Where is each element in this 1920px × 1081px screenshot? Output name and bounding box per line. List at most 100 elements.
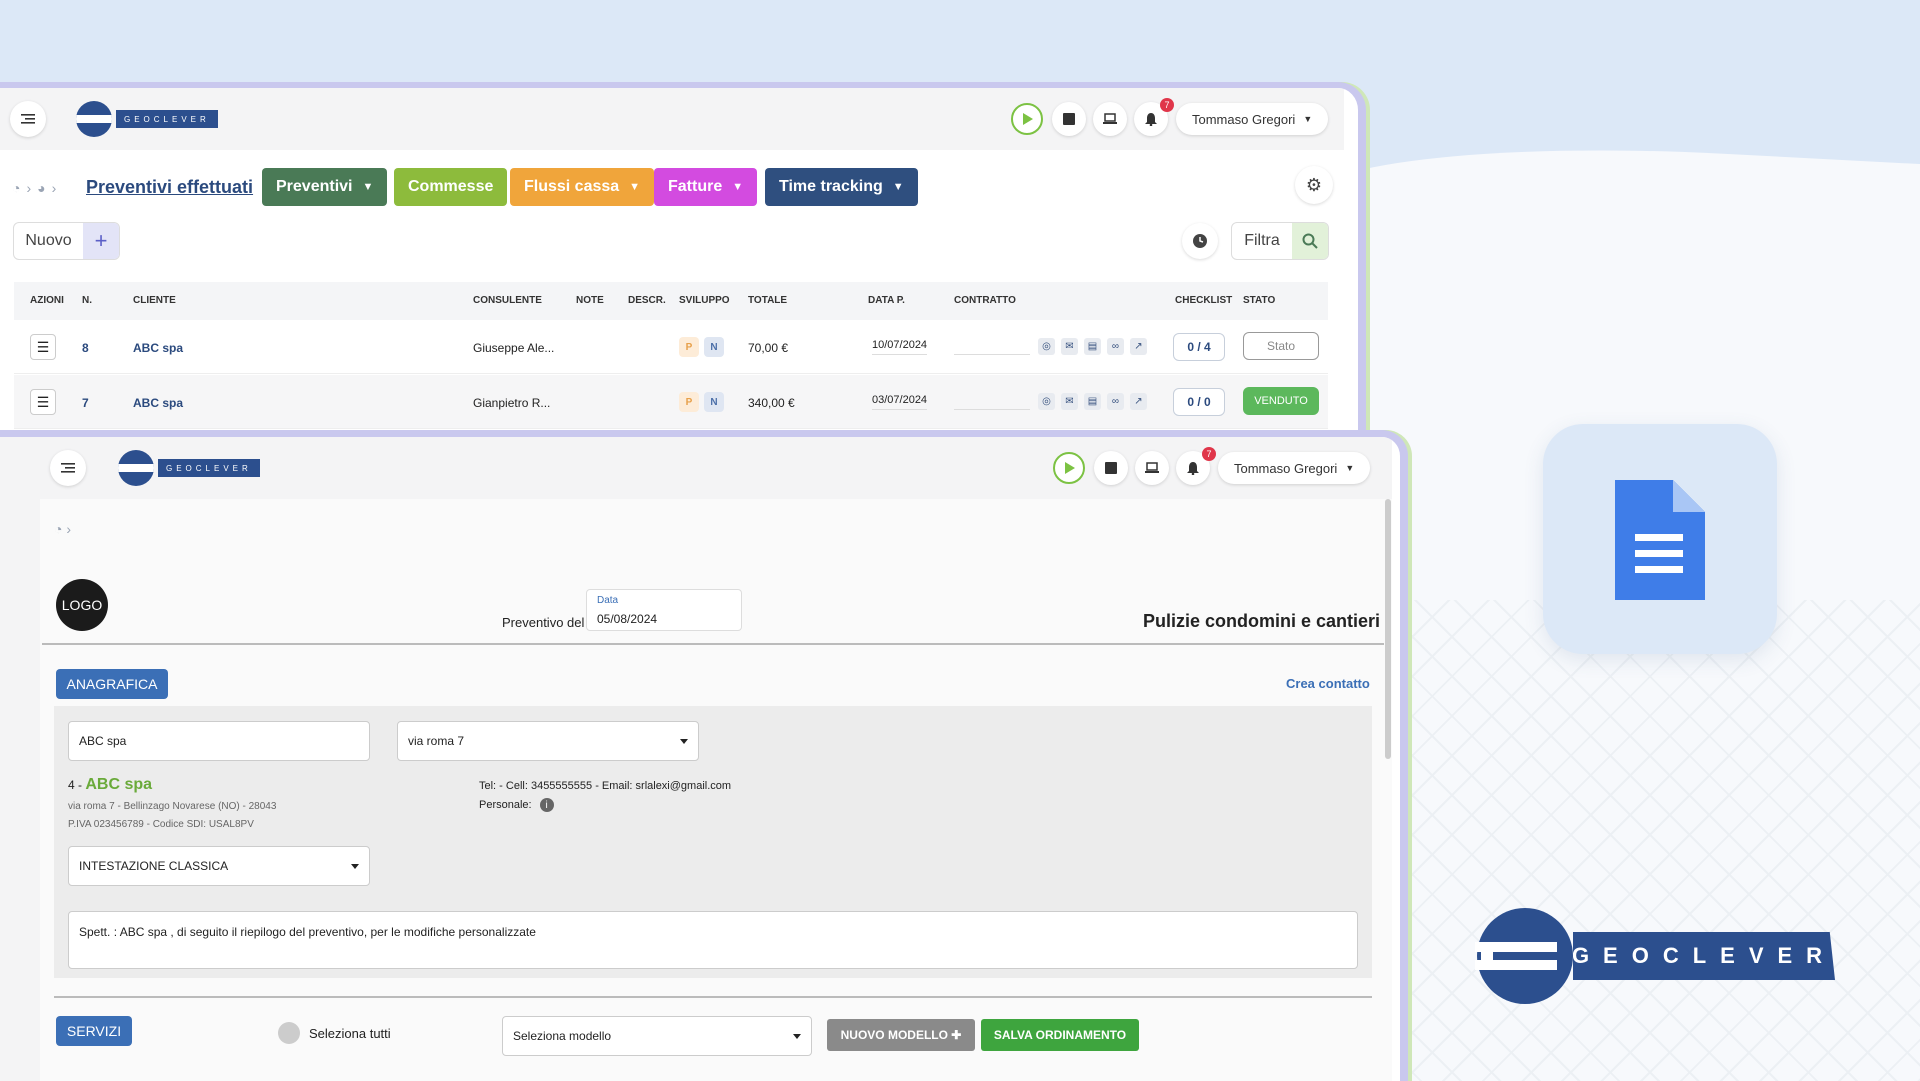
new-button[interactable]: Nuovo + [13,222,120,260]
email-icon[interactable]: ✉ [1061,338,1078,355]
notes-button[interactable] [1052,102,1086,136]
notes-button[interactable] [1094,451,1128,485]
play-icon [1065,462,1075,474]
plus-icon: + [83,223,119,259]
chevron-right-icon: › [66,521,72,537]
brand-logo-large: GEOCLEVER [1475,906,1835,1006]
screen-button[interactable] [1093,102,1127,136]
breadcrumb: ◔ › ◕ › [12,180,56,196]
indirizzo-select[interactable]: via roma 7 [397,721,699,761]
checklist-pill[interactable]: 0 / 0 [1173,388,1225,416]
status-button[interactable]: Stato [1243,332,1319,360]
chip-n[interactable]: N [704,337,724,357]
nav-preventivi[interactable]: Preventivi ▼ [262,168,388,206]
row-contratto[interactable] [954,354,1030,355]
nav-fatture[interactable]: Fatture ▼ [654,168,758,206]
intro-textarea[interactable]: Spett. : ABC spa , di seguito il riepilo… [68,911,1358,969]
select-all-checkbox[interactable] [278,1022,300,1044]
status-badge-sold[interactable]: VENDUTO [1243,387,1319,415]
user-menu[interactable]: Tommaso Gregori ▼ [1176,103,1329,135]
cliente-input[interactable]: ABC spa [68,721,370,761]
history-button[interactable] [1182,223,1218,259]
row-number: 8 [82,341,89,355]
save-order-button[interactable]: SALVA ORDINAMENTO [981,1019,1139,1051]
laptop-icon [1145,462,1159,473]
settings-button[interactable]: ⚙ [1295,166,1333,204]
bell-icon [1187,461,1199,475]
col-checklist: CHECKLIST [1175,295,1233,306]
sidebar-toggle-button[interactable] [10,101,46,137]
notification-count-badge: 7 [1202,447,1216,461]
external-link-icon[interactable]: ↗ [1130,393,1147,410]
play-icon [1023,113,1033,125]
col-note: NOTE [576,295,604,306]
brand-logo[interactable]: GEOCLEVER [118,450,260,486]
dashboard-icon[interactable]: ◔ [54,521,62,537]
col-azioni: AZIONI [30,295,64,306]
date-field[interactable]: Data 05/08/2024 [586,589,742,631]
preventivo-label: Preventivo del [502,615,585,630]
checklist-pill[interactable]: 0 / 4 [1173,333,1225,361]
cliente-name-link[interactable]: ABC spa [85,776,152,793]
table-row[interactable]: ☰ 8 ABC spa Giuseppe Ale... P N 70,00 € … [14,320,1328,374]
new-model-button[interactable]: NUOVO MODELLO ✚ [827,1019,975,1051]
row-data[interactable]: 10/07/2024 [872,339,928,355]
brand-logo-mark [1475,908,1573,1004]
laptop-icon [1103,113,1117,124]
modello-select-value: Seleziona modello [513,1029,612,1043]
modello-select[interactable]: Seleziona modello [502,1016,812,1056]
info-icon[interactable]: i [539,798,554,812]
anagrafica-panel: ABC spa via roma 7 4 - ABC spa via roma … [54,706,1372,978]
row-data[interactable]: 03/07/2024 [872,394,928,410]
row-cliente-link[interactable]: ABC spa [133,396,183,410]
screen-button[interactable] [1135,451,1169,485]
cliente-contacts: Tel: - Cell: 3455555555 - Email: srlalex… [479,780,732,792]
page-title[interactable]: Preventivi effettuati [86,177,253,198]
servizi-tab[interactable]: SERVIZI [56,1016,132,1046]
table-row[interactable]: ☰ 7 ABC spa Gianpietro R... P N 340,00 €… [14,375,1328,429]
filter-label: Filtra [1244,232,1280,249]
dashboard-icon[interactable]: ◔ [12,180,20,196]
nav-commesse[interactable]: Commesse [394,168,508,206]
sidebar-toggle-button[interactable] [50,450,86,486]
crea-contatto-link[interactable]: Crea contatto [1286,676,1370,691]
chip-p[interactable]: P [679,337,699,357]
personale-label: Personale: [479,799,532,811]
pdf-icon[interactable]: ▤ [1084,393,1101,410]
col-descr: DESCR. [628,295,666,306]
row-cliente-link[interactable]: ABC spa [133,341,183,355]
date-field-value: 05/08/2024 [597,612,658,626]
brand-logo-mark [118,450,154,486]
nav-flussi-cassa[interactable]: Flussi cassa ▼ [510,168,655,206]
brand-logo[interactable]: GEOCLEVER [76,101,218,137]
menu-icon: ☰ [36,393,50,410]
email-icon[interactable]: ✉ [1061,393,1078,410]
notifications-button[interactable]: 7 [1176,447,1216,485]
user-menu[interactable]: Tommaso Gregori ▼ [1218,452,1371,484]
link-icon[interactable]: ∞ [1107,338,1124,355]
select-all-label: Seleziona tutti [309,1026,391,1041]
row-contratto[interactable] [954,409,1030,410]
whatsapp-icon[interactable]: ◎ [1038,393,1055,410]
pie-chart-icon[interactable]: ◕ [37,180,45,196]
topbar: GEOCLEVER 7 Tommaso Gregori ▼ [0,88,1344,150]
chip-p[interactable]: P [679,392,699,412]
scrollbar-thumb[interactable] [1385,499,1391,759]
row-menu-button[interactable]: ☰ [30,334,56,360]
whatsapp-icon[interactable]: ◎ [1038,338,1055,355]
brand-logo-text: GEOCLEVER [1573,932,1835,980]
window-preventivo-editor: GEOCLEVER 7 Tommaso Gregori ▼ ◔ › LOGO P… [0,430,1408,1081]
nav-time-tracking[interactable]: Time tracking ▼ [765,168,918,206]
filter-button[interactable]: Filtra [1231,222,1329,260]
notifications-button[interactable]: 7 [1134,98,1174,136]
menu-icon [61,463,75,473]
play-button[interactable] [1053,452,1085,484]
intestazione-select[interactable]: INTESTAZIONE CLASSICA [68,846,370,886]
external-link-icon[interactable]: ↗ [1130,338,1147,355]
play-button[interactable] [1011,103,1043,135]
anagrafica-tab[interactable]: ANAGRAFICA [56,669,168,699]
chip-n[interactable]: N [704,392,724,412]
pdf-icon[interactable]: ▤ [1084,338,1101,355]
row-menu-button[interactable]: ☰ [30,389,56,415]
link-icon[interactable]: ∞ [1107,393,1124,410]
